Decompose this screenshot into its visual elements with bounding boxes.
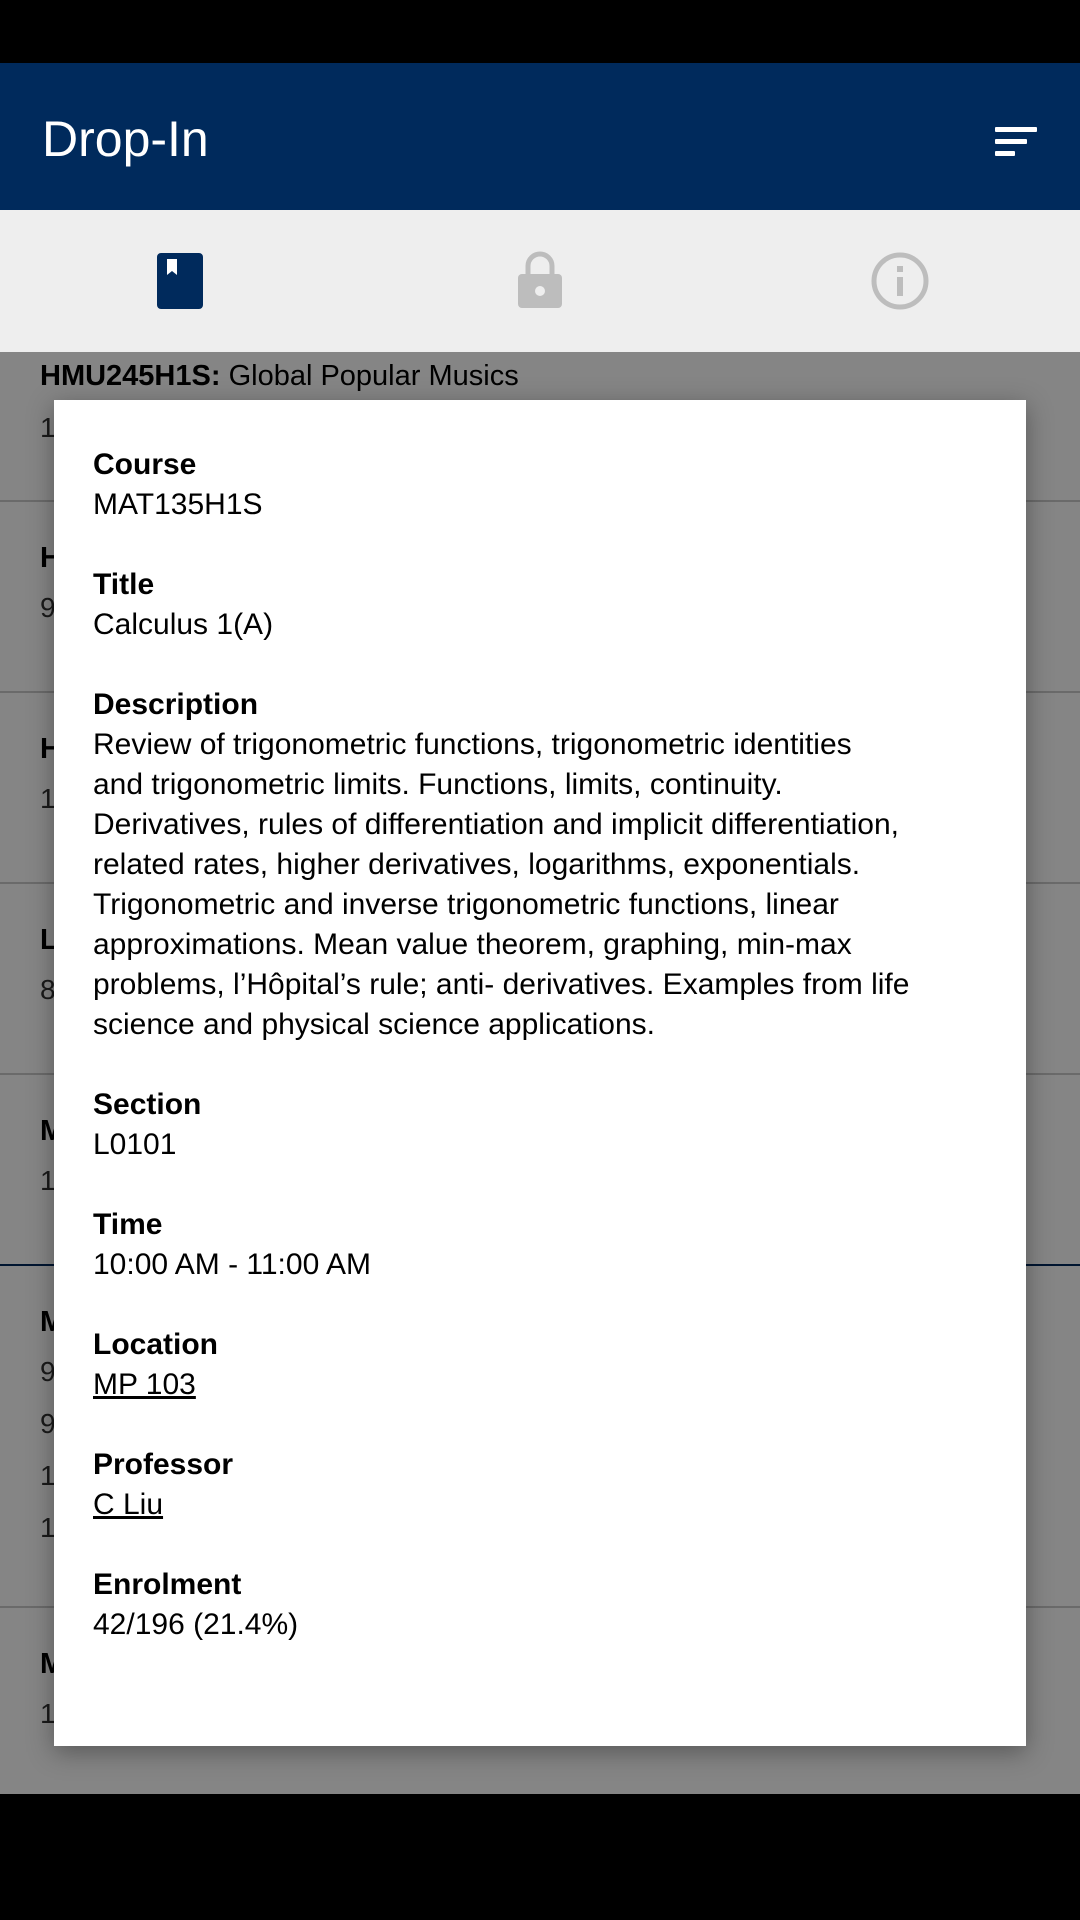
description-line: Trigonometric and inverse trigonometric … (93, 888, 839, 921)
time-label: Time (93, 1208, 163, 1241)
time-field: Time 10:00 AM - 11:00 AM (93, 1205, 993, 1285)
description-field: Description Review of trigonometric func… (93, 685, 993, 1045)
title-value: Calculus 1(A) (93, 608, 274, 641)
book-icon (157, 253, 203, 309)
tab-info[interactable] (720, 210, 1080, 352)
description-line: approximations. Mean value theorem, grap… (93, 928, 852, 961)
tab-locked[interactable] (360, 210, 720, 352)
enrolment-field: Enrolment 42/196 (21.4%) (93, 1565, 993, 1645)
course-field: Course MAT135H1S (93, 445, 993, 525)
course-details-dialog: Course MAT135H1S Title Calculus 1(A) Des… (54, 400, 1026, 1746)
status-bar (0, 0, 1080, 63)
location-field: Location MP 103 (93, 1325, 993, 1405)
enrolment-value: 42/196 (21.4%) (93, 1608, 299, 1641)
description-label: Description (93, 688, 259, 721)
description-line: and trigonometric limits. Functions, lim… (93, 768, 783, 801)
location-label: Location (93, 1328, 218, 1361)
lock-icon (518, 251, 562, 308)
enrolment-label: Enrolment (93, 1568, 242, 1601)
app-bar: Drop-In (0, 63, 1080, 210)
info-icon (871, 252, 929, 310)
section-label: Section (93, 1088, 202, 1121)
description-line: Derivatives, rules of differentiation an… (93, 808, 899, 841)
section-field: Section L0101 (93, 1085, 993, 1165)
description-line: problems, l’Hôpital’s rule; anti- deriva… (93, 968, 910, 1001)
section-value: L0101 (93, 1128, 177, 1161)
course-value: MAT135H1S (93, 488, 263, 521)
tab-bar (0, 210, 1080, 352)
course-label: Course (93, 448, 197, 481)
professor-field: Professor C Liu (93, 1445, 993, 1525)
professor-link[interactable]: C Liu (93, 1485, 163, 1525)
tab-courses[interactable] (0, 210, 360, 352)
time-value: 10:00 AM - 11:00 AM (93, 1248, 371, 1281)
title-field: Title Calculus 1(A) (93, 565, 993, 645)
description-line: related rates, higher derivatives, logar… (93, 848, 861, 881)
description-line: Review of trigonometric functions, trigo… (93, 728, 852, 761)
filter-icon[interactable] (975, 109, 1041, 169)
app-title: Drop-In (42, 111, 209, 167)
description-line: science and physical science application… (93, 1008, 655, 1041)
title-label: Title (93, 568, 155, 601)
navigation-bar (0, 1794, 1080, 1920)
location-link[interactable]: MP 103 (93, 1365, 196, 1405)
professor-label: Professor (93, 1448, 234, 1481)
